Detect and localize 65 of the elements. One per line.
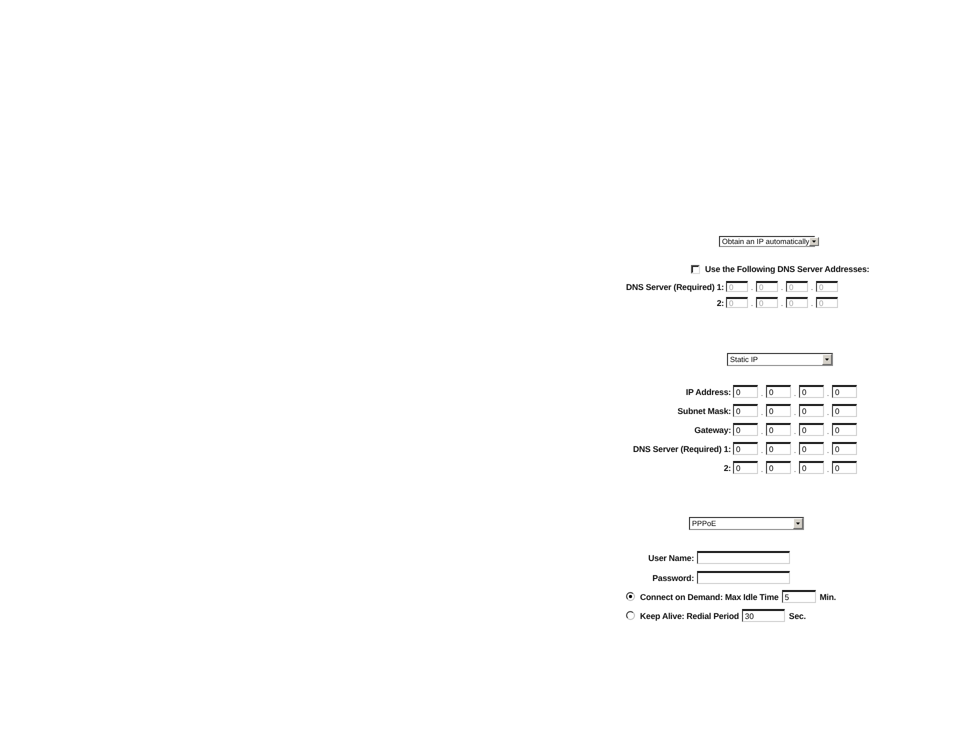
caret-icon[interactable]: [822, 354, 832, 365]
field-label: Password:: [652, 572, 694, 582]
ip-octet-field[interactable]: 0: [799, 404, 824, 417]
field-label: Gateway:: [694, 424, 731, 434]
caret-icon[interactable]: [809, 237, 820, 246]
option-label: Keep Alive: Redial Period: [640, 610, 739, 620]
separator-dot: .: [780, 283, 784, 292]
field-label: IP Address:: [686, 386, 731, 396]
separator-dot: .: [810, 299, 814, 308]
radio-button[interactable]: [626, 592, 635, 601]
ip-octet-field[interactable]: 0: [832, 423, 857, 436]
number-input-field[interactable]: 30: [742, 609, 785, 622]
unit-label: Min.: [820, 592, 836, 602]
ip-octet-field[interactable]: 0: [832, 442, 857, 455]
ip-octet-field[interactable]: 0: [766, 404, 791, 417]
number-input-field[interactable]: 5: [782, 590, 816, 603]
separator-dot: .: [750, 283, 754, 292]
dns-option-label: Use the Following DNS Server Addresses:: [705, 264, 870, 274]
separator-dot: .: [750, 299, 754, 308]
option-label: Connect on Demand: Max Idle Time: [640, 592, 779, 602]
text-input-field[interactable]: [697, 551, 790, 564]
radio-button[interactable]: [626, 611, 635, 620]
ip-octet-field[interactable]: 0: [733, 423, 758, 436]
field-label: Subnet Mask:: [678, 406, 731, 416]
caret-icon[interactable]: [793, 518, 803, 529]
ip-octet-field[interactable]: 0: [799, 385, 824, 398]
ip-octet-field[interactable]: 0: [799, 461, 824, 474]
separator-dot: .: [792, 389, 798, 398]
separator-dot: .: [760, 427, 764, 436]
ip-octet-field[interactable]: 0: [733, 385, 758, 398]
separator-dot: .: [792, 465, 798, 474]
ip-octet-field[interactable]: 0: [733, 442, 758, 455]
separator-dot: .: [792, 427, 798, 436]
field-label: User Name:: [648, 552, 694, 562]
separator-dot: .: [760, 446, 764, 455]
ip-octet-field[interactable]: 0: [799, 442, 824, 455]
ip-octet-field[interactable]: 0: [832, 385, 857, 398]
ip-octet-field[interactable]: 0: [832, 404, 857, 417]
separator-dot: .: [810, 283, 814, 292]
checkbox[interactable]: [691, 264, 700, 274]
text-input-field[interactable]: [697, 571, 790, 584]
field-label: 2:: [724, 462, 731, 472]
separator-dot: .: [826, 446, 830, 455]
field-label: DNS Server (Required) 1:: [626, 282, 724, 292]
separator-dot: .: [826, 408, 830, 417]
ip-octet-field[interactable]: 0: [733, 404, 758, 417]
separator-dot: .: [826, 465, 830, 474]
field-label: DNS Server (Required) 1:: [633, 444, 731, 454]
ip-octet-field[interactable]: 0: [766, 461, 791, 474]
separator-dot: .: [792, 408, 798, 417]
separator-dot: .: [826, 389, 830, 398]
separator-dot: .: [760, 389, 764, 398]
ip-octet-field[interactable]: 0: [766, 423, 791, 436]
separator-dot: .: [760, 408, 764, 417]
unit-label: Sec.: [788, 610, 806, 620]
ip-octet-field[interactable]: 0: [766, 442, 791, 455]
separator-dot: .: [760, 465, 764, 474]
ip-octet-field[interactable]: 0: [799, 423, 824, 436]
separator-dot: .: [792, 446, 798, 455]
field-label: 2:: [716, 298, 724, 308]
ip-octet-field[interactable]: 0: [766, 385, 791, 398]
separator-dot: .: [780, 299, 784, 308]
ip-octet-field[interactable]: 0: [832, 461, 857, 474]
separator-dot: .: [826, 427, 830, 436]
ip-octet-field[interactable]: 0: [733, 461, 758, 474]
